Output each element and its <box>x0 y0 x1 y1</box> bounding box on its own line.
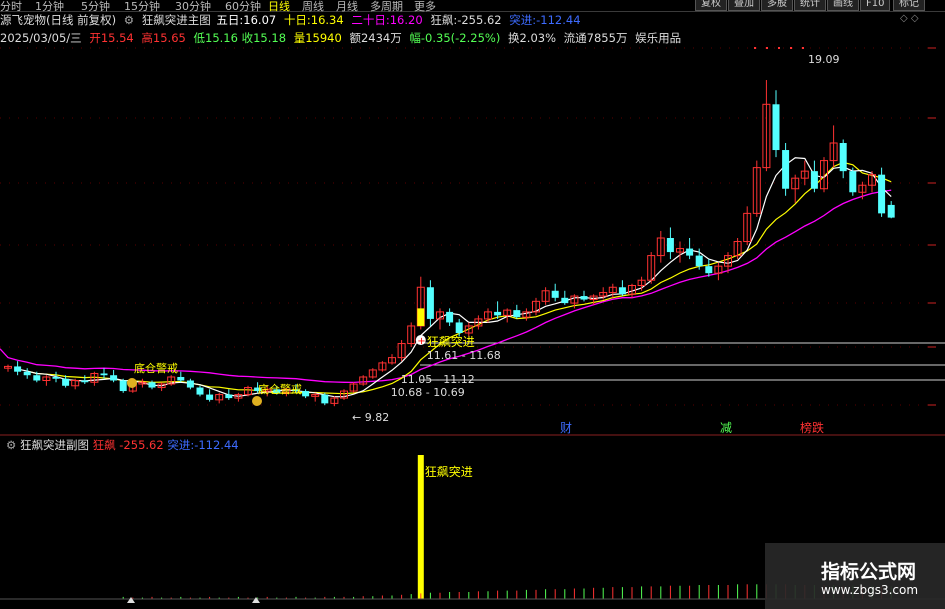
candle-body <box>23 371 31 376</box>
candle-body <box>878 174 886 214</box>
range-label-2: 11.05 - 11.12 <box>401 373 475 386</box>
sub-kb-label: 狂飙 <box>92 438 116 452</box>
signal-candle <box>417 308 425 326</box>
candle-body <box>119 380 127 392</box>
event-marker-bang: 榜跌 <box>800 420 824 435</box>
high-price-label: 19.09 <box>808 53 840 66</box>
range-label-1: 11.61 - 11.68 <box>427 349 501 362</box>
candle-body <box>148 382 156 388</box>
candle-body <box>62 378 70 386</box>
watermark-url: www.zbgs3.com <box>821 583 919 597</box>
sub-up-triangle <box>252 597 260 603</box>
low-price-label: ← 9.82 <box>352 411 389 424</box>
sub-kb-value: -255.62 <box>119 438 164 452</box>
sub-tj-label: 突进: <box>167 438 195 452</box>
candle-body <box>551 290 559 298</box>
candle-body <box>177 376 185 381</box>
candle-body <box>705 266 713 274</box>
sub-chart-title[interactable]: 狂飙突进副图 <box>20 438 89 452</box>
sub-gear-icon[interactable]: ⚙ <box>6 438 16 452</box>
sub-chart-legend: ⚙ 狂飙突进副图 狂飙 -255.62 突进:-112.44 <box>6 437 239 453</box>
candle-body <box>666 238 674 253</box>
top-dot <box>790 47 792 49</box>
watermark-title: 指标公式网 <box>821 561 917 583</box>
sub-signal-label: 狂飙突进 <box>425 464 473 479</box>
candle-body <box>100 373 108 376</box>
candle-body <box>618 287 626 295</box>
candle-body <box>52 376 60 379</box>
coin-icon <box>252 396 262 406</box>
candle-body <box>839 143 847 172</box>
candle-body <box>225 394 233 399</box>
candle-body <box>455 322 463 333</box>
candle-body <box>196 387 204 395</box>
signal-marker-plus: + <box>417 336 425 347</box>
coin-icon <box>127 378 137 388</box>
candle-body <box>772 104 780 151</box>
candle-body <box>321 394 329 404</box>
event-marker-cai: 财 <box>560 421 572 435</box>
top-dot <box>802 47 804 49</box>
candle-body <box>81 380 89 383</box>
candle-body <box>887 204 895 218</box>
sub-signal-bar <box>417 455 424 599</box>
warning-label-1: 底仓警戒 <box>134 361 178 375</box>
candle-body <box>686 248 694 256</box>
candle-body <box>810 171 818 189</box>
candle-body <box>33 375 41 381</box>
kline-chart[interactable]: + 狂飙突进11.61 - 11.6811.05 - 11.1210.68 - 1… <box>0 0 945 609</box>
sub-up-triangle <box>127 597 135 603</box>
warning-label-2: 底仓警戒 <box>258 382 302 396</box>
candle-body <box>446 311 454 323</box>
top-dot <box>754 47 756 49</box>
candle-body <box>561 297 569 304</box>
sub-tj-value: -112.44 <box>194 438 239 452</box>
candle-body <box>302 391 310 397</box>
candle-body <box>14 366 22 372</box>
candle-body <box>206 394 214 400</box>
candle-body <box>849 171 857 193</box>
range-label-3: 10.68 - 10.69 <box>391 386 465 399</box>
candle-body <box>186 380 194 388</box>
event-marker-jian: 减 <box>720 421 732 435</box>
candle-body <box>695 255 703 267</box>
candle-body <box>513 310 521 318</box>
top-dot <box>778 47 780 49</box>
watermark: 指标公式网 www.zbgs3.com <box>765 543 945 609</box>
candle-body <box>494 311 502 316</box>
top-dot <box>766 47 768 49</box>
signal-label: 狂飙突进 <box>427 334 475 349</box>
candle-body <box>580 296 588 300</box>
candle-body <box>782 150 790 189</box>
candle-body <box>426 287 434 319</box>
candle-body <box>110 375 118 381</box>
